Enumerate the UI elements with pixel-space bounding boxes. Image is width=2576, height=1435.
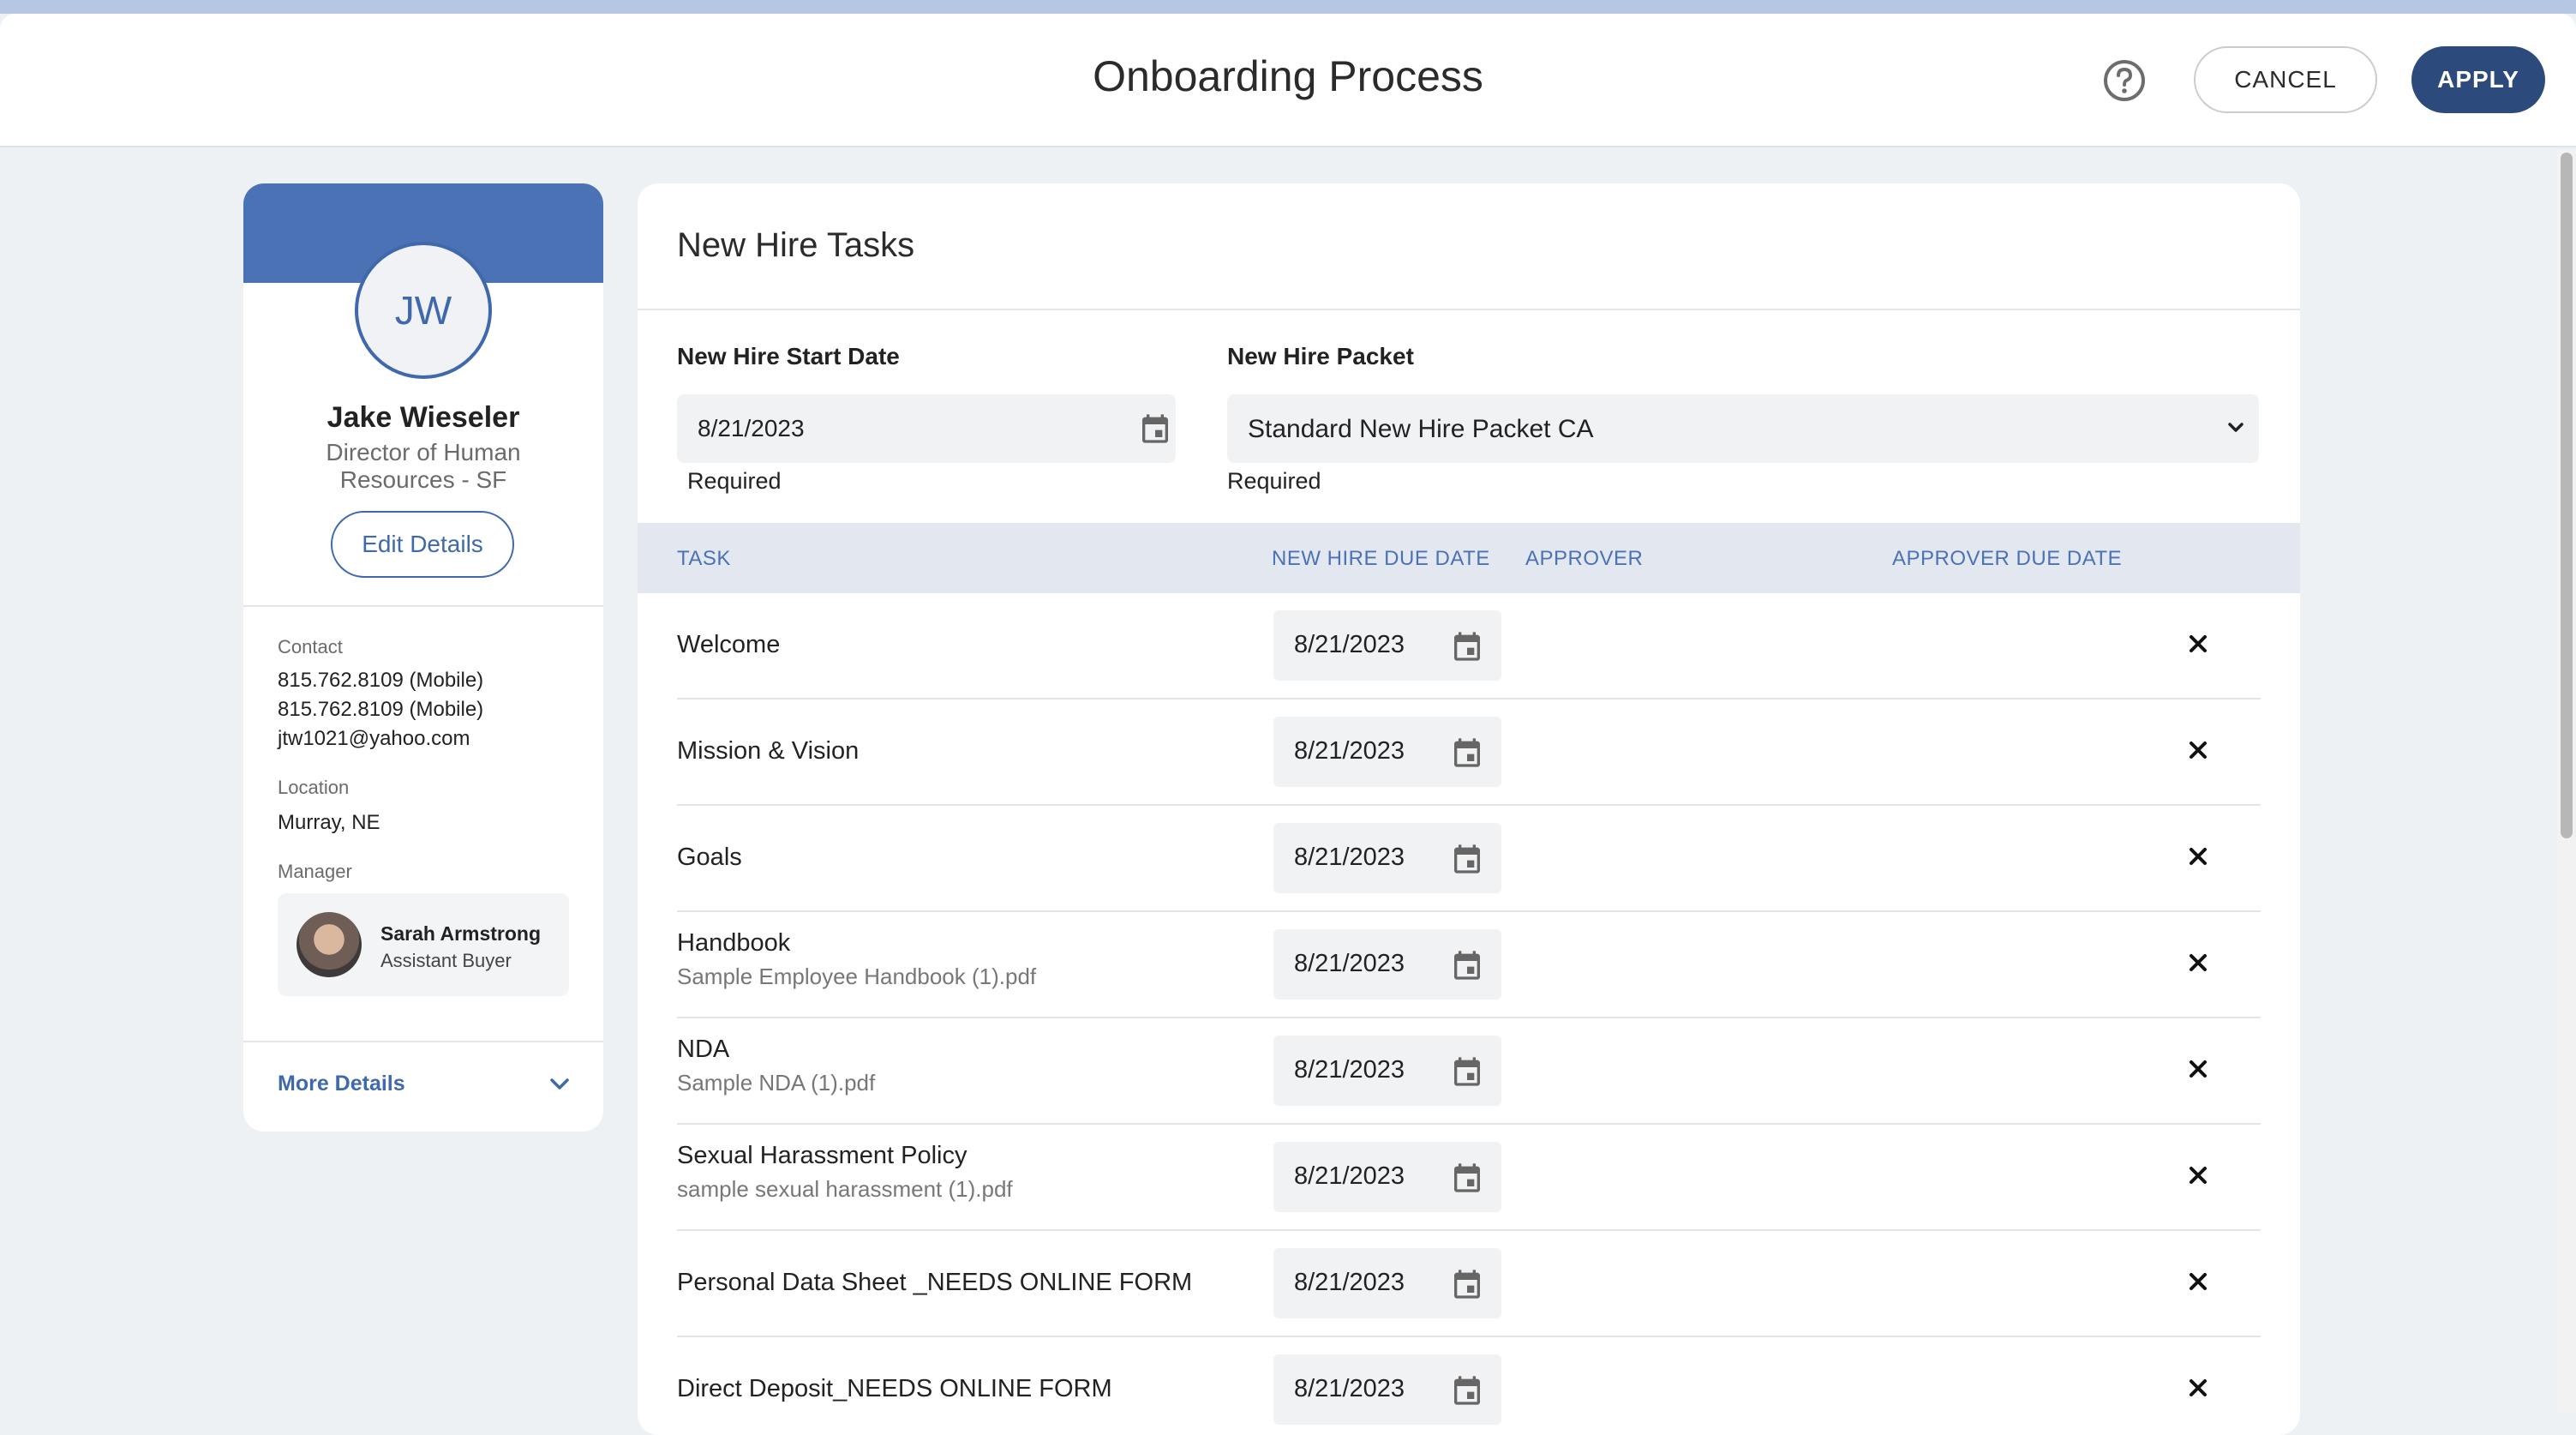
chevron-down-icon <box>2228 423 2244 432</box>
remove-task-icon[interactable] <box>2189 741 2208 760</box>
task-attachment-link[interactable]: Sample NDA (1).pdf <box>677 1070 875 1096</box>
task-due-date-input[interactable]: 8/21/2023 <box>1273 717 1501 787</box>
task-row: Handbook Sample Employee Handbook (1).pdf… <box>677 912 2261 1018</box>
calendar-icon[interactable] <box>1450 1373 1484 1408</box>
manager-name: Sarah Armstrong <box>380 922 542 945</box>
manager-label: Manager <box>278 861 352 882</box>
manager-avatar <box>297 912 362 977</box>
profile-divider <box>243 1041 603 1042</box>
calendar-icon[interactable] <box>1450 629 1484 663</box>
task-row: Mission & Vision 8/21/2023 <box>677 699 2261 806</box>
calendar-icon[interactable] <box>1450 1054 1484 1089</box>
start-date-label: New Hire Start Date <box>677 343 900 369</box>
task-row: NDA Sample NDA (1).pdf 8/21/2023 <box>677 1018 2261 1125</box>
task-due-date-input[interactable]: 8/21/2023 <box>1273 610 1501 681</box>
remove-task-icon[interactable] <box>2189 1060 2208 1078</box>
location-value: Murray, NE <box>278 811 380 834</box>
remove-task-icon[interactable] <box>2189 634 2208 653</box>
task-due-date-value: 8/21/2023 <box>1294 844 1405 871</box>
task-name: NDA <box>677 1036 730 1063</box>
location-label: Location <box>278 777 350 798</box>
task-table-header: TASK NEW HIRE DUE DATE APPROVER APPROVER… <box>638 523 2300 593</box>
modal-header: Onboarding Process CANCEL APPLY <box>0 14 2576 147</box>
task-due-date-value: 8/21/2023 <box>1294 737 1405 765</box>
manager-card[interactable]: Sarah Armstrong Assistant Buyer <box>278 893 569 996</box>
start-date-input[interactable]: 8/21/2023 <box>677 394 1176 463</box>
start-date-required: Required <box>687 468 782 494</box>
profile-name: Jake Wieseler <box>326 401 520 434</box>
remove-task-icon[interactable] <box>2189 847 2208 866</box>
task-due-date-input[interactable]: 8/21/2023 <box>1273 1248 1501 1318</box>
calendar-icon[interactable] <box>1138 411 1172 446</box>
task-due-date-value: 8/21/2023 <box>1294 1056 1405 1084</box>
apply-button[interactable]: APPLY <box>2411 46 2545 113</box>
remove-task-icon[interactable] <box>2189 1272 2208 1291</box>
task-due-date-value: 8/21/2023 <box>1294 1162 1405 1190</box>
contact-email: jtw1021@yahoo.com <box>278 727 470 750</box>
task-name: Direct Deposit_NEEDS ONLINE FORM <box>677 1375 1112 1402</box>
packet-label: New Hire Packet <box>1227 343 1414 369</box>
packet-select[interactable]: Standard New Hire Packet CA <box>1227 394 2259 463</box>
start-date-value: 8/21/2023 <box>698 415 805 441</box>
task-due-date-input[interactable]: 8/21/2023 <box>1273 823 1501 893</box>
calendar-icon[interactable] <box>1450 736 1484 770</box>
contact-phone-2: 815.762.8109 (Mobile) <box>278 698 484 721</box>
task-due-date-value: 8/21/2023 <box>1294 1375 1405 1402</box>
page-title: Onboarding Process <box>1093 52 1483 100</box>
calendar-icon[interactable] <box>1450 948 1484 982</box>
task-due-date-value: 8/21/2023 <box>1294 631 1405 658</box>
contact-label: Contact <box>278 636 343 657</box>
chevron-down-icon[interactable] <box>547 1072 572 1097</box>
tasks-panel: New Hire Tasks New Hire Start Date New H… <box>638 183 2300 1435</box>
tasks-divider <box>638 309 2300 310</box>
help-circle-icon[interactable] <box>2102 58 2147 103</box>
col-approver: APPROVER <box>1525 547 1644 570</box>
packet-value: Standard New Hire Packet CA <box>1248 415 1594 443</box>
task-row: Goals 8/21/2023 <box>677 806 2261 912</box>
more-details-toggle[interactable]: More Details <box>278 1072 405 1096</box>
task-name: Goals <box>677 844 742 871</box>
task-attachment-link[interactable]: sample sexual harassment (1).pdf <box>677 1176 1013 1203</box>
scrollbar-thumb[interactable] <box>2561 153 2573 838</box>
task-row: Sexual Harassment Policy sample sexual ha… <box>677 1125 2261 1231</box>
profile-card: JW Jake Wieseler Director of Human Resou… <box>243 183 603 1132</box>
col-due-date: NEW HIRE DUE DATE <box>1272 547 1490 570</box>
col-task: TASK <box>677 547 731 570</box>
tasks-title: New Hire Tasks <box>677 226 915 264</box>
avatar: JW <box>355 242 492 379</box>
task-name: Handbook <box>677 929 791 957</box>
task-name: Mission & Vision <box>677 737 860 765</box>
task-due-date-input[interactable]: 8/21/2023 <box>1273 929 1501 1000</box>
task-due-date-input[interactable]: 8/21/2023 <box>1273 1036 1501 1106</box>
profile-divider <box>243 605 603 607</box>
col-approver-due-date: APPROVER DUE DATE <box>1892 547 2123 570</box>
task-row: Personal Data Sheet _NEEDS ONLINE FORM 8/… <box>677 1231 2261 1337</box>
task-due-date-value: 8/21/2023 <box>1294 950 1405 977</box>
remove-task-icon[interactable] <box>2189 1166 2208 1185</box>
task-name: Welcome <box>677 631 781 658</box>
task-name: Personal Data Sheet _NEEDS ONLINE FORM <box>677 1269 1193 1296</box>
window-top-strip <box>0 0 2576 14</box>
profile-role: Director of Human Resources - SF <box>326 439 521 493</box>
task-due-date-value: 8/21/2023 <box>1294 1269 1405 1296</box>
calendar-icon[interactable] <box>1450 1267 1484 1301</box>
remove-task-icon[interactable] <box>2189 1378 2208 1397</box>
task-name: Sexual Harassment Policy <box>677 1142 967 1169</box>
manager-title: Assistant Buyer <box>380 950 512 971</box>
cancel-button[interactable]: CANCEL <box>2194 46 2377 113</box>
task-attachment-link[interactable]: Sample Employee Handbook (1).pdf <box>677 964 1036 990</box>
task-row: Welcome 8/21/2023 <box>677 593 2261 699</box>
edit-details-button[interactable]: Edit Details <box>331 511 514 578</box>
task-row: Direct Deposit_NEEDS ONLINE FORM 8/21/202… <box>677 1337 2261 1435</box>
task-due-date-input[interactable]: 8/21/2023 <box>1273 1142 1501 1212</box>
task-due-date-input[interactable]: 8/21/2023 <box>1273 1354 1501 1425</box>
packet-required: Required <box>1227 468 1321 494</box>
calendar-icon[interactable] <box>1450 842 1484 876</box>
calendar-icon[interactable] <box>1450 1161 1484 1195</box>
remove-task-icon[interactable] <box>2189 953 2208 972</box>
contact-phone-1: 815.762.8109 (Mobile) <box>278 669 484 692</box>
